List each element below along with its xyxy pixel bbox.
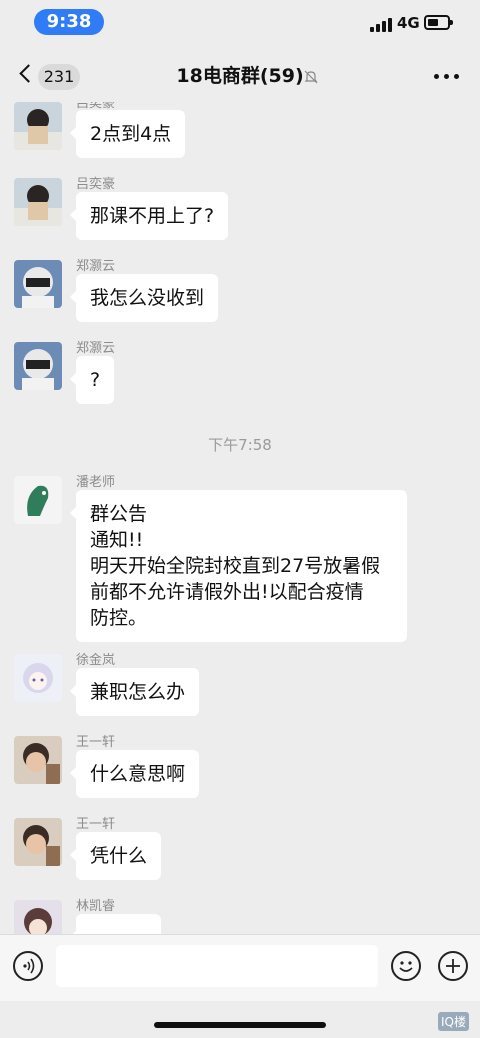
sender-name: 王一轩	[76, 735, 116, 750]
avatar[interactable]	[14, 178, 62, 226]
avatar-photo-boy-icon	[14, 178, 62, 226]
avatar-helmet-icon	[14, 342, 62, 390]
avatar-anime-boy-icon	[14, 900, 62, 934]
sender-name: 潘老师	[76, 475, 116, 490]
avatar[interactable]	[14, 476, 62, 524]
avatar[interactable]	[14, 818, 62, 866]
avatar[interactable]	[14, 736, 62, 784]
sender-name: 吕奕豪	[76, 177, 116, 192]
message-bubble[interactable]: 我怎么没收到	[69, 274, 219, 322]
message-bubble[interactable]: 2点到4点	[69, 110, 186, 158]
message-list[interactable]: 吕奕豪 2点到4点 吕奕豪 那课不用上了? 郑灏云 我怎么没收到 郑灏云 ? 下…	[0, 102, 480, 934]
announcement-bubble[interactable]: 群公告 通知!! 明天开始全院封校直到27号放暑假 前都不允许请假外出!以配合疫…	[70, 490, 407, 642]
announcement-line: 通知!!	[90, 529, 144, 551]
avatar-photo-child-icon	[14, 818, 62, 866]
sender-name: 郑灏云	[76, 259, 116, 274]
time-divider: 下午7:58	[208, 436, 272, 454]
back-chevron-icon[interactable]	[19, 64, 38, 83]
message-bubble[interactable]: 那课不用上了?	[69, 192, 229, 240]
signal-icon	[370, 16, 392, 32]
watermark-logo: IQ楼	[438, 1012, 469, 1031]
more-options-icon[interactable]	[434, 74, 460, 80]
status-bar: 9:38 4G	[0, 0, 480, 48]
message-bubble[interactable]: 。。。。。	[69, 914, 162, 934]
sender-name: 王一轩	[76, 817, 116, 832]
avatar[interactable]	[14, 342, 62, 390]
avatar[interactable]	[14, 102, 62, 150]
message-bubble[interactable]: ?	[69, 356, 115, 404]
avatar[interactable]	[14, 260, 62, 308]
mute-bell-icon	[304, 70, 318, 84]
avatar-photo-boy-icon	[14, 102, 62, 150]
message-bubble[interactable]: 凭什么	[69, 832, 162, 880]
announcement-line: 前都不允许请假外出!以配合疫情	[90, 581, 364, 603]
message-bubble[interactable]: 兼职怎么办	[69, 668, 200, 716]
home-indicator	[154, 1022, 326, 1028]
message-input[interactable]	[56, 945, 378, 987]
add-more-icon[interactable]	[438, 951, 468, 981]
input-bar	[0, 934, 480, 1001]
status-time: 9:38	[34, 9, 104, 35]
avatar-green-horse-icon	[14, 476, 62, 524]
sender-name: 林凯睿	[76, 899, 116, 914]
sender-name: 郑灏云	[76, 341, 116, 356]
voice-input-icon[interactable]	[13, 951, 43, 981]
message-bubble[interactable]: 什么意思啊	[69, 750, 200, 798]
avatar[interactable]	[14, 900, 62, 934]
unread-count-badge[interactable]: 231	[38, 64, 80, 90]
announcement-line: 明天开始全院封校直到27号放暑假	[90, 555, 381, 577]
battery-icon	[424, 15, 453, 30]
sender-name: 徐金岚	[76, 653, 116, 668]
announcement-line: 群公告	[90, 503, 148, 525]
avatar[interactable]	[14, 654, 62, 702]
announcement-line: 防控。	[90, 607, 148, 629]
avatar-photo-child-icon	[14, 736, 62, 784]
avatar-anime-girl-icon	[14, 654, 62, 702]
network-type: 4G	[397, 14, 420, 32]
avatar-helmet-icon	[14, 260, 62, 308]
chat-header: 231 18电商群(59)	[0, 50, 480, 102]
emoji-icon[interactable]	[391, 951, 421, 981]
